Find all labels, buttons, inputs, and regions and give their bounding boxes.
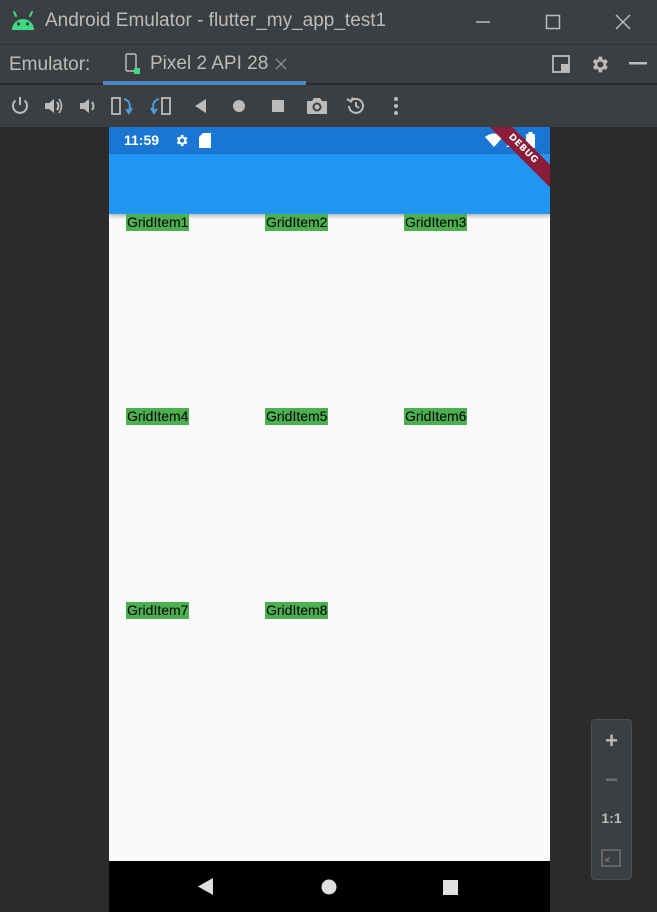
settings-gear-icon[interactable] (589, 54, 610, 75)
back-icon[interactable] (190, 95, 212, 117)
emulator-tab-bar: Emulator: Pixel 2 API 28 (0, 44, 657, 85)
grid-item[interactable]: GridItem7 (126, 602, 190, 619)
maximize-icon (545, 14, 561, 30)
android-status-bar: 11:59 (109, 127, 550, 154)
minimize-button[interactable] (455, 0, 511, 44)
minimize-icon (476, 21, 490, 23)
nav-back-icon[interactable] (198, 878, 214, 895)
fit-screen-icon (601, 849, 621, 867)
tab-label: Pixel 2 API 28 (150, 53, 269, 74)
zoom-out-button[interactable]: − (592, 762, 631, 800)
zoom-one-to-one-label: 1:1 (601, 810, 622, 826)
settings-icon (176, 134, 188, 147)
grid-item[interactable]: GridItem3 (404, 214, 468, 231)
more-vert-icon[interactable] (385, 95, 407, 117)
zoom-one-to-one-button[interactable]: 1:1 (592, 801, 631, 839)
volume-down-icon[interactable] (78, 95, 100, 117)
nav-home-icon[interactable] (321, 879, 337, 895)
android-nav-bar (109, 861, 550, 912)
power-icon[interactable] (9, 95, 31, 117)
zoom-panel: + − 1:1 (591, 719, 632, 880)
volume-up-icon[interactable] (43, 95, 65, 117)
fit-screen-button[interactable] (592, 839, 631, 877)
emulator-toolbar (0, 85, 657, 127)
zoom-in-button[interactable]: + (592, 723, 631, 761)
grid-item[interactable]: GridItem6 (404, 408, 468, 425)
emulator-label: Emulator: (9, 54, 91, 75)
close-icon (615, 14, 631, 30)
android-logo-icon (12, 11, 34, 30)
grid-item[interactable]: GridItem4 (126, 408, 190, 425)
hide-panel-icon[interactable] (629, 62, 647, 66)
home-icon[interactable] (228, 95, 250, 117)
window-title-bar: Android Emulator - flutter_my_app_test1 (0, 0, 657, 44)
zoom-out-icon: − (605, 767, 618, 792)
grid-item[interactable]: GridItem2 (265, 214, 329, 231)
dock-layout-icon[interactable] (551, 54, 571, 74)
device-screen[interactable]: 11:59 DEBUG GridItem1 GridItem2 GridItem3 G… (109, 127, 550, 912)
tab-close-icon[interactable] (275, 58, 287, 70)
rotate-left-icon[interactable] (110, 95, 134, 117)
app-bar (109, 154, 550, 214)
sd-card-icon (199, 133, 211, 148)
overview-icon[interactable] (267, 95, 289, 117)
close-window-button[interactable] (595, 0, 651, 44)
grid-item[interactable]: GridItem5 (265, 408, 329, 425)
screenshot-icon[interactable] (305, 95, 329, 117)
rotate-right-icon[interactable] (149, 95, 173, 117)
device-phone-icon (125, 53, 140, 74)
nav-recents-icon[interactable] (443, 880, 458, 895)
zoom-in-icon: + (605, 728, 618, 753)
maximize-button[interactable] (525, 0, 581, 44)
status-time: 11:59 (124, 132, 160, 148)
grid-item[interactable]: GridItem8 (265, 602, 329, 619)
snapshot-icon[interactable] (345, 95, 367, 117)
grid-item[interactable]: GridItem1 (126, 214, 190, 231)
window-title: Android Emulator - flutter_my_app_test1 (45, 10, 387, 31)
